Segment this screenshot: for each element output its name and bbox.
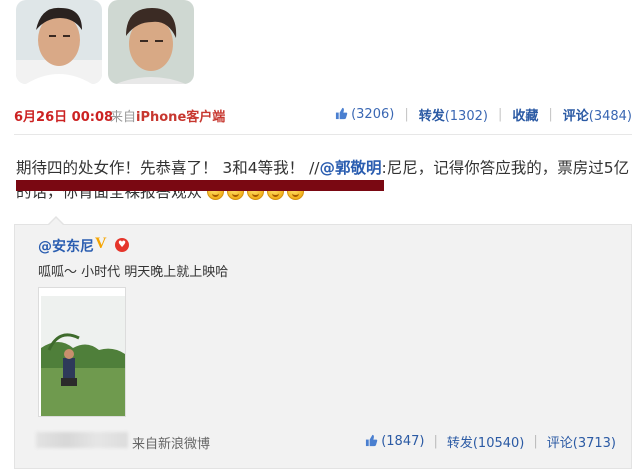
quoted-text: 呱呱～ 小时代 明天晚上就上映哈 — [38, 265, 229, 280]
post-source: 来自iPhone客户端 — [110, 106, 225, 125]
favorite-button[interactable]: 收藏 — [512, 105, 538, 124]
quoted-photo-thumbnail[interactable] — [38, 287, 126, 417]
post-meta-row: 6月26日 00:08 来自iPhone客户端 (3206) | 转发(1302… — [14, 104, 632, 128]
comment-label: 评论 — [562, 109, 589, 124]
quoted-comment-button[interactable]: 评论(3713) — [547, 432, 616, 451]
like-count: (3206) — [351, 107, 395, 122]
comment-count: (3484) — [588, 109, 632, 124]
redaction-bar — [16, 180, 384, 191]
post-text-part-1: 期待四的处女作！先恭喜了！ 3和4等我！ // — [16, 159, 320, 177]
quoted-repost-count: (10540) — [472, 436, 525, 451]
like-button[interactable]: (3206) — [335, 107, 394, 122]
separator: | — [548, 107, 553, 122]
thumbs-up-icon — [366, 434, 378, 447]
profile-photo-1[interactable] — [16, 0, 102, 84]
mention-link[interactable]: @郭敬明 — [320, 159, 382, 177]
quoted-author-link[interactable]: @安东尼 — [38, 236, 94, 256]
divider — [14, 134, 632, 135]
post-timestamp[interactable]: 6月26日 00:08 — [14, 106, 113, 125]
quoted-like-count: (1847) — [381, 434, 425, 449]
post-actions: (3206) | 转发(1302) | 收藏 | 评论(3484) — [335, 105, 632, 124]
comment-button[interactable]: 评论(3484) — [563, 105, 632, 124]
post-source-client[interactable]: iPhone客户端 — [136, 110, 225, 125]
separator: | — [404, 107, 409, 122]
heart-icon[interactable]: ♥ — [115, 238, 129, 252]
blurred-username — [36, 432, 128, 448]
quoted-comment-label: 评论 — [546, 436, 573, 451]
quoted-footer: 来自新浪微博 (1847) | 转发(10540) | 评论(3713) — [14, 430, 632, 452]
repost-count: (1302) — [444, 109, 488, 124]
profile-photo-2[interactable] — [108, 0, 194, 84]
separator: | — [433, 434, 438, 449]
repost-label: 转发 — [418, 109, 445, 124]
quoted-repost-button[interactable]: 转发(10540) — [447, 432, 525, 451]
verified-badge[interactable]: V — [95, 235, 107, 253]
quoted-like-button[interactable]: (1847) — [365, 434, 424, 449]
separator: | — [533, 434, 538, 449]
quoted-repost-label: 转发 — [446, 436, 473, 451]
repost-button[interactable]: 转发(1302) — [419, 105, 488, 124]
post-source-prefix: 来自 — [110, 110, 137, 125]
thumbs-up-icon — [336, 107, 348, 120]
separator: | — [497, 107, 503, 122]
quote-arrow-inner — [49, 218, 63, 225]
quoted-source: 来自新浪微博 — [132, 437, 211, 452]
quoted-actions: (1847) | 转发(10540) | 评论(3713) — [365, 432, 616, 451]
quoted-comment-count: (3713) — [572, 436, 616, 451]
